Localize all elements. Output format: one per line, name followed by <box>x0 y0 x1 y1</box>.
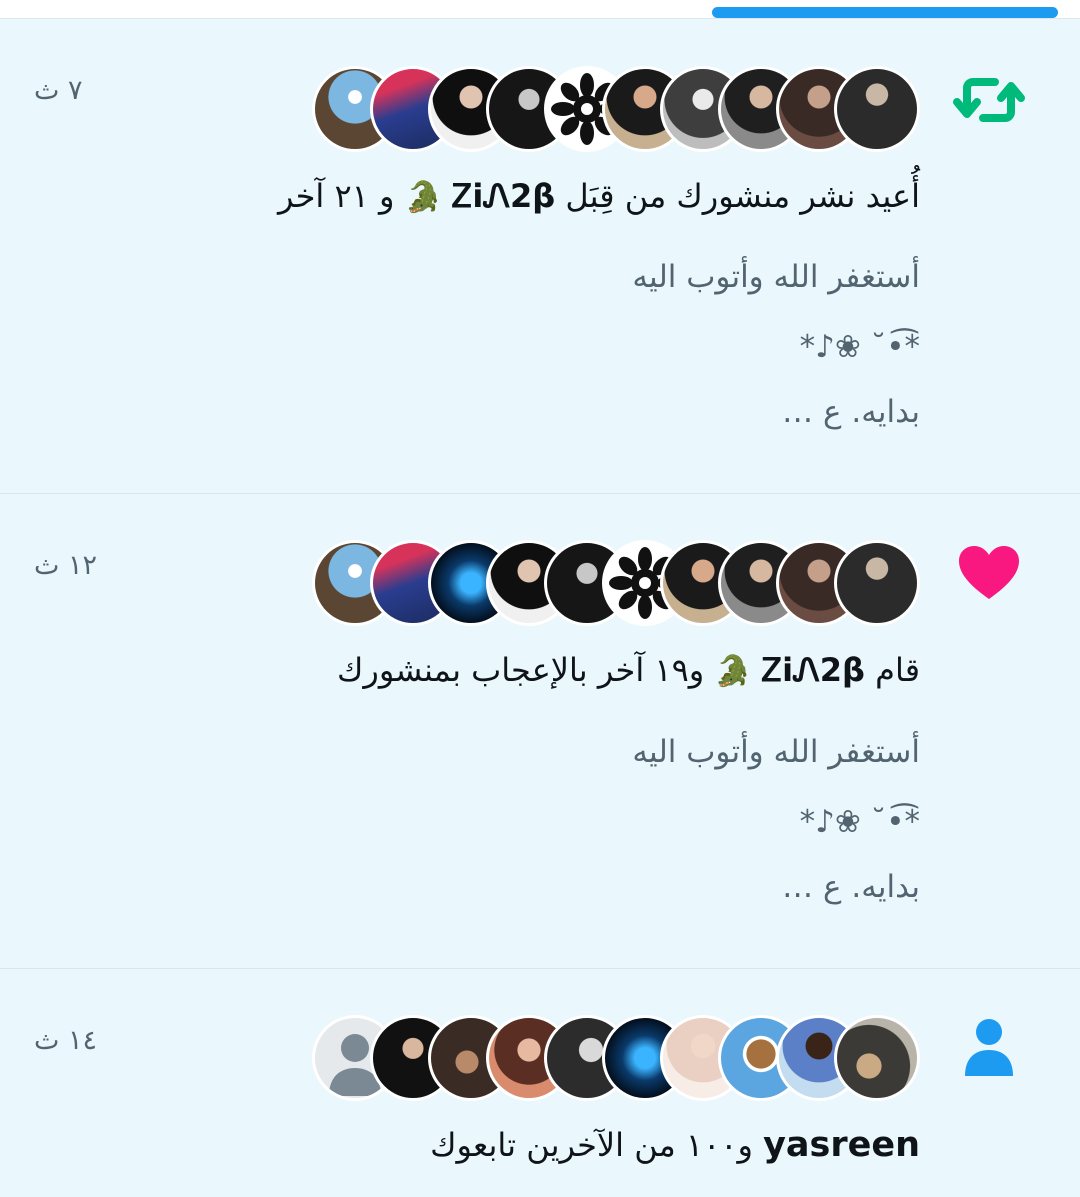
notification-time: ٧ ث <box>34 75 83 106</box>
notification-retweet[interactable]: ٧ ث أُعيد نشر منشورك من قِبَل ᏃiᏁ2β 🐊 و … <box>0 19 1080 494</box>
actor-name[interactable]: ᏃiᏁ2β <box>452 177 555 215</box>
actor-name[interactable]: ᏃiᏁ2β <box>762 651 865 689</box>
headline-prefix: قام <box>875 651 920 689</box>
notification-follow[interactable]: ١٤ ث yasreen و١٠٠ من الآخرين تابعوك <box>0 969 1080 1197</box>
avatar-row <box>280 540 920 626</box>
actor-name[interactable]: yasreen <box>763 1125 920 1165</box>
top-tab-bar <box>0 0 1080 19</box>
person-icon <box>965 1019 1013 1076</box>
heart-icon <box>959 546 1019 599</box>
notification-time: ١٤ ث <box>34 1025 98 1056</box>
notification-time: ١٢ ث <box>34 550 98 581</box>
avatar-row <box>280 1015 920 1101</box>
avatar[interactable] <box>834 1015 920 1101</box>
post-preview-line: أستغفر الله وأتوب اليه <box>632 259 920 295</box>
post-preview-line: *•͡˘ ❀♪* <box>799 804 920 840</box>
crocodile-emoji: 🐊 <box>404 180 442 215</box>
notification-headline: قام ᏃiᏁ2β 🐊 و١٩ آخر بالإعجاب بمنشورك <box>337 651 920 690</box>
post-preview-line: بدايه. ع … <box>782 394 920 430</box>
crocodile-emoji: 🐊 <box>714 654 752 689</box>
post-preview-line: *•͡˘ ❀♪* <box>799 329 920 365</box>
avatar[interactable] <box>834 540 920 626</box>
notification-headline: أُعيد نشر منشورك من قِبَل ᏃiᏁ2β 🐊 و ٢١ آ… <box>278 177 920 216</box>
headline-suffix: و ٢١ آخر <box>277 177 395 215</box>
avatar[interactable] <box>834 66 920 152</box>
headline-suffix: و١٩ آخر بالإعجاب بمنشورك <box>337 651 705 689</box>
notification-like[interactable]: ١٢ ث قام ᏃiᏁ2β 🐊 و١٩ آخر بالإعجاب بمنشور… <box>0 494 1080 969</box>
post-preview-line: بدايه. ع … <box>782 869 920 905</box>
active-tab-indicator <box>712 7 1058 18</box>
post-preview-line: أستغفر الله وأتوب اليه <box>632 734 920 770</box>
headline-prefix: أُعيد نشر منشورك من قِبَل <box>565 177 920 215</box>
retweet-icon <box>953 78 1025 122</box>
avatar-row <box>280 66 920 152</box>
notification-headline: yasreen و١٠٠ من الآخرين تابعوك <box>430 1125 920 1165</box>
headline-suffix: و١٠٠ من الآخرين تابعوك <box>430 1126 753 1164</box>
